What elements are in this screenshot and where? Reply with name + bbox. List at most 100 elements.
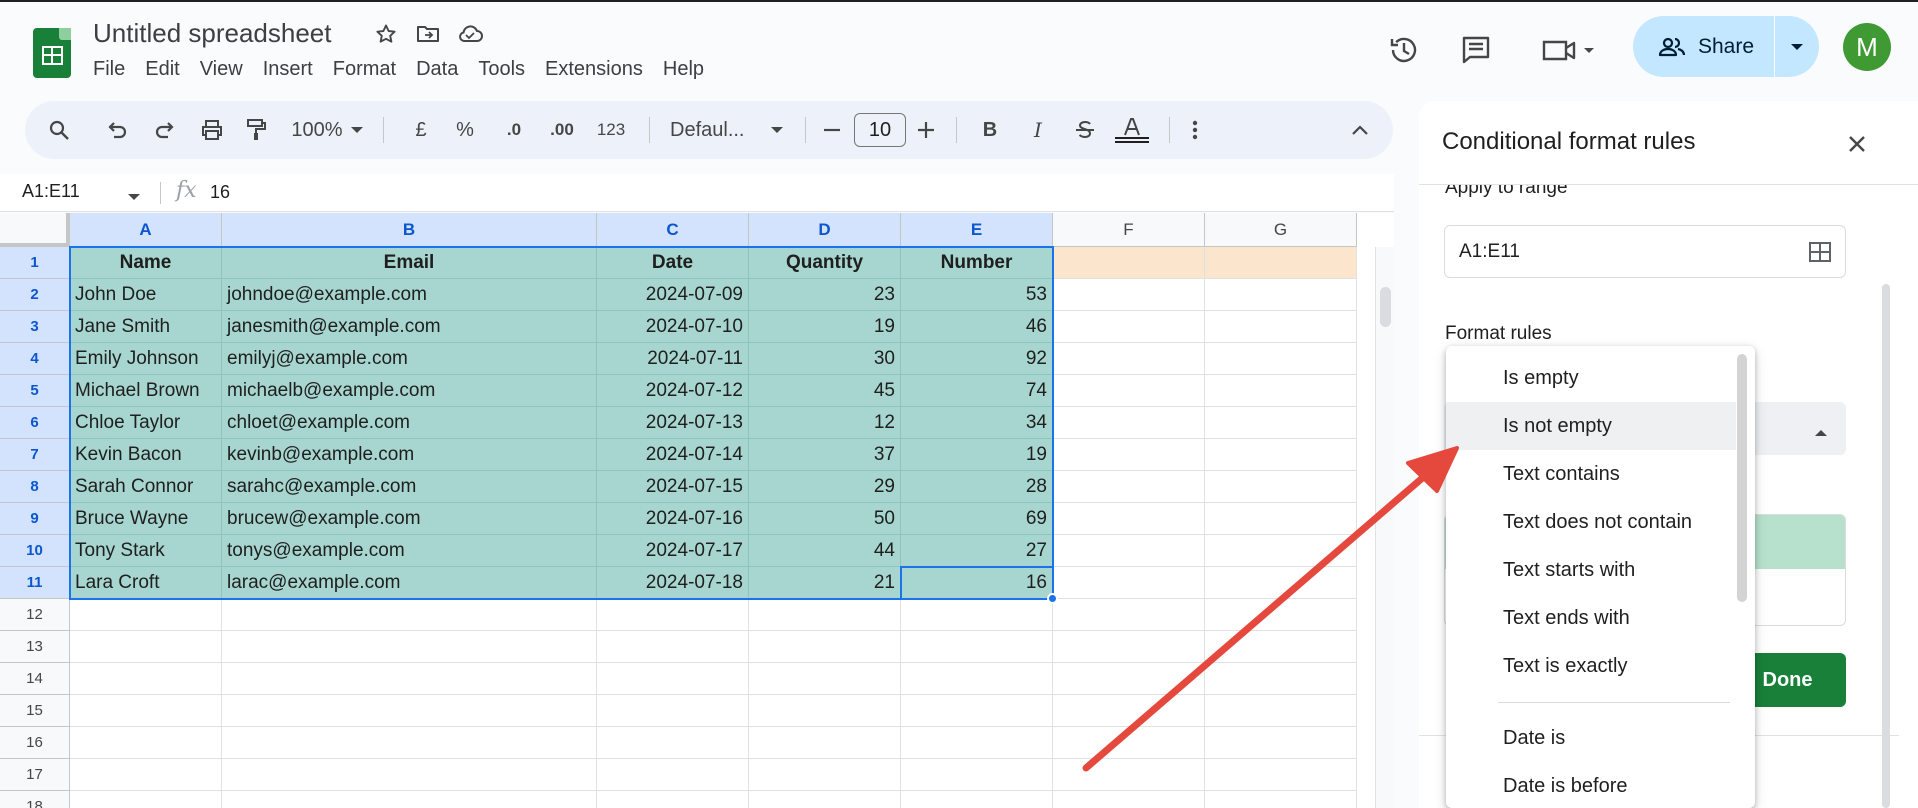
table-cell[interactable]: 2024-07-11 xyxy=(597,343,749,375)
table-cell[interactable] xyxy=(70,727,222,759)
comments-icon[interactable] xyxy=(1452,26,1500,74)
select-all-corner[interactable] xyxy=(0,213,70,247)
row-header-7[interactable]: 7 xyxy=(0,439,70,471)
font-select[interactable]: Defaul... xyxy=(670,101,760,159)
table-cell[interactable] xyxy=(1053,407,1205,439)
table-cell[interactable] xyxy=(749,599,901,631)
table-cell[interactable]: 2024-07-17 xyxy=(597,535,749,567)
table-cell[interactable] xyxy=(1205,599,1357,631)
table-cell[interactable] xyxy=(597,599,749,631)
menu-tools[interactable]: Tools xyxy=(478,58,536,81)
table-cell[interactable]: 2024-07-09 xyxy=(597,279,749,311)
table-cell[interactable]: Sarah Connor xyxy=(70,471,222,503)
row-header-9[interactable]: 9 xyxy=(0,503,70,535)
collapse-toolbar-icon[interactable] xyxy=(1345,101,1375,159)
table-cell[interactable]: 92 xyxy=(901,343,1053,375)
table-cell[interactable] xyxy=(597,727,749,759)
name-box[interactable]: A1:E11 xyxy=(22,181,80,202)
table-cell[interactable]: 2024-07-15 xyxy=(597,471,749,503)
menu-data[interactable]: Data xyxy=(416,58,469,81)
dropdown-option[interactable]: Text does not contain xyxy=(1446,498,1736,546)
table-cell[interactable] xyxy=(749,695,901,727)
row-header-3[interactable]: 3 xyxy=(0,311,70,343)
table-cell[interactable] xyxy=(597,791,749,808)
row-header-15[interactable]: 15 xyxy=(0,695,70,727)
table-cell[interactable]: 2024-07-18 xyxy=(597,567,749,599)
table-cell[interactable] xyxy=(1053,599,1205,631)
table-cell[interactable] xyxy=(1205,567,1357,599)
meet-video-icon[interactable] xyxy=(1534,26,1606,74)
table-cell[interactable] xyxy=(222,759,597,791)
table-cell[interactable] xyxy=(222,599,597,631)
row-header-2[interactable]: 2 xyxy=(0,279,70,311)
increase-decimal-button[interactable]: .00 xyxy=(543,101,581,159)
document-title[interactable]: Untitled spreadsheet xyxy=(93,18,331,49)
table-cell[interactable] xyxy=(1205,407,1357,439)
table-cell[interactable]: janesmith@example.com xyxy=(222,311,597,343)
table-cell[interactable] xyxy=(222,727,597,759)
table-cell[interactable]: 45 xyxy=(749,375,901,407)
table-cell[interactable]: 12 xyxy=(749,407,901,439)
table-cell[interactable] xyxy=(70,791,222,808)
table-cell[interactable]: 46 xyxy=(901,311,1053,343)
table-cell[interactable] xyxy=(1053,343,1205,375)
table-cell[interactable] xyxy=(70,695,222,727)
table-cell[interactable] xyxy=(1205,247,1357,279)
table-cell[interactable] xyxy=(901,759,1053,791)
table-cell[interactable] xyxy=(70,599,222,631)
table-cell[interactable] xyxy=(1053,791,1205,808)
dropdown-option[interactable]: Is not empty xyxy=(1446,402,1736,450)
table-cell[interactable] xyxy=(1205,663,1357,695)
table-cell[interactable]: 21 xyxy=(749,567,901,599)
table-cell[interactable]: Michael Brown xyxy=(70,375,222,407)
table-cell[interactable] xyxy=(1205,503,1357,535)
table-cell[interactable] xyxy=(597,631,749,663)
table-cell[interactable]: 29 xyxy=(749,471,901,503)
table-cell[interactable]: sarahc@example.com xyxy=(222,471,597,503)
grid-vertical-scrollbar[interactable] xyxy=(1375,247,1394,808)
bold-button[interactable]: B xyxy=(975,101,1005,159)
table-cell[interactable] xyxy=(1205,535,1357,567)
row-header-13[interactable]: 13 xyxy=(0,631,70,663)
table-cell[interactable] xyxy=(901,663,1053,695)
table-cell[interactable] xyxy=(222,663,597,695)
zoom-caret-icon[interactable] xyxy=(347,101,367,159)
table-cell[interactable] xyxy=(70,631,222,663)
move-folder-icon[interactable] xyxy=(414,20,442,48)
row-header-17[interactable]: 17 xyxy=(0,759,70,791)
table-cell[interactable] xyxy=(597,759,749,791)
table-cell[interactable] xyxy=(597,695,749,727)
strikethrough-icon[interactable] xyxy=(1068,101,1102,159)
version-history-icon[interactable] xyxy=(1380,26,1428,74)
font-size-increase-button[interactable] xyxy=(913,101,939,159)
table-cell[interactable] xyxy=(597,663,749,695)
font-size-decrease-button[interactable] xyxy=(819,101,845,159)
table-cell[interactable]: Chloe Taylor xyxy=(70,407,222,439)
row-header-12[interactable]: 12 xyxy=(0,599,70,631)
table-cell[interactable] xyxy=(901,791,1053,808)
table-cell[interactable] xyxy=(1205,471,1357,503)
table-cell[interactable]: larac@example.com xyxy=(222,567,597,599)
redo-icon[interactable] xyxy=(148,101,182,159)
table-cell[interactable]: 23 xyxy=(749,279,901,311)
share-button[interactable]: Share xyxy=(1633,16,1819,77)
header-cell[interactable]: Number xyxy=(901,247,1053,279)
table-cell[interactable]: Emily Johnson xyxy=(70,343,222,375)
table-cell[interactable]: 69 xyxy=(901,503,1053,535)
close-icon[interactable] xyxy=(1841,128,1873,160)
fill-handle[interactable] xyxy=(1047,593,1058,604)
row-header-18[interactable]: 18 xyxy=(0,791,70,808)
table-cell[interactable]: Lara Croft xyxy=(70,567,222,599)
table-cell[interactable]: 50 xyxy=(749,503,901,535)
menu-extensions[interactable]: Extensions xyxy=(545,58,654,81)
table-cell[interactable]: 27 xyxy=(901,535,1053,567)
table-cell[interactable]: brucew@example.com xyxy=(222,503,597,535)
table-cell[interactable] xyxy=(1053,247,1205,279)
panel-scrollbar[interactable] xyxy=(1880,284,1892,808)
row-header-16[interactable]: 16 xyxy=(0,727,70,759)
column-header-a[interactable]: A xyxy=(70,213,222,247)
table-cell[interactable]: chloet@example.com xyxy=(222,407,597,439)
table-cell[interactable] xyxy=(70,663,222,695)
table-cell[interactable]: 28 xyxy=(901,471,1053,503)
table-cell[interactable]: 37 xyxy=(749,439,901,471)
